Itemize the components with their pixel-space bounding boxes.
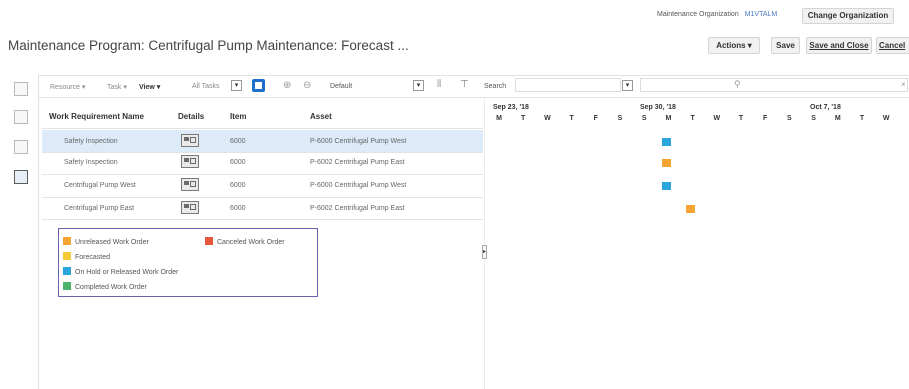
gantt-day-13: S	[811, 115, 816, 122]
table-header-divider	[42, 128, 483, 129]
col-header-details[interactable]: Details	[178, 112, 204, 121]
row-4-item: 6000	[230, 205, 246, 212]
gantt-day-12: S	[787, 115, 792, 122]
gantt-day-4: F	[593, 115, 598, 122]
row-divider	[42, 197, 483, 198]
view-preset-select[interactable]: Default	[330, 83, 352, 90]
search-input[interactable]	[640, 78, 908, 92]
row-4-asset: P-6002 Centrifugal Pump East	[310, 205, 405, 212]
toolbar-bottom-divider	[38, 97, 909, 98]
row-1-item: 6000	[230, 138, 246, 145]
legend-swatch	[63, 252, 71, 260]
gantt-day-11: F	[763, 115, 768, 122]
columns-icon[interactable]: ⫴	[437, 79, 441, 90]
clear-search-icon[interactable]: ×	[901, 80, 906, 89]
gantt-day-5: S	[617, 115, 623, 122]
gantt-legend: Unreleased Work Order Canceled Work Orde…	[58, 228, 318, 297]
gantt-bar-unreleased[interactable]	[686, 205, 695, 213]
legend-completed: Completed Work Order	[63, 282, 147, 291]
maintenance-org-label: Maintenance Organization M1VTALM	[657, 11, 777, 18]
gantt-day-8: T	[690, 115, 695, 122]
search-field-select[interactable]	[515, 78, 621, 92]
row-3-item: 6000	[230, 182, 246, 189]
org-label-text: Maintenance Organization	[657, 11, 739, 18]
preset-dropdown-icon[interactable]: ▾	[413, 80, 424, 91]
gantt-day-15: T	[859, 115, 865, 122]
save-button[interactable]: Save	[771, 37, 800, 54]
gantt-day-16: W	[882, 115, 890, 122]
legend-swatch	[63, 237, 71, 245]
row-3-asset: P-6000 Centrifugal Pump West	[310, 182, 407, 189]
row-divider	[42, 174, 483, 175]
task-menu[interactable]: Task ▾	[107, 83, 127, 91]
row-3-details-icon[interactable]	[181, 178, 199, 191]
week-label-3: Oct 7, '18	[810, 104, 841, 111]
gantt-day-2: W	[544, 115, 551, 122]
gantt-day-0: M	[496, 115, 502, 122]
row-3-name[interactable]: Centrifugal Pump West	[64, 182, 136, 189]
legend-canceled: Canceled Work Order	[205, 237, 285, 246]
legend-swatch	[205, 237, 213, 245]
legend-swatch	[63, 267, 71, 275]
resource-menu[interactable]: Resource ▾	[50, 83, 85, 91]
col-header-item[interactable]: Item	[230, 112, 246, 121]
legend-forecasted: Forecasted	[63, 252, 110, 261]
gantt-view-icon[interactable]	[14, 170, 28, 184]
gantt-day-6: S	[641, 115, 647, 122]
search-dropdown-icon[interactable]: ▾	[622, 80, 633, 91]
list-toggle-icon[interactable]	[252, 79, 265, 92]
grid-view-icon[interactable]	[14, 140, 28, 154]
zoom-in-icon[interactable]: ⊕	[283, 80, 291, 91]
gantt-bar-onhold[interactable]	[662, 182, 671, 190]
actions-menu-button[interactable]: Actions ▾	[708, 37, 760, 54]
row-1-name[interactable]: Safety Inspection	[64, 138, 118, 145]
legend-onhold: On Hold or Released Work Order	[63, 267, 178, 276]
gantt-day-9: W	[713, 115, 721, 122]
search-label: Search	[484, 83, 507, 90]
filter-icon[interactable]: ⊤	[460, 79, 469, 90]
row-2-name[interactable]: Safety Inspection	[64, 159, 118, 166]
org-code-link[interactable]: M1VTALM	[745, 11, 778, 18]
legend-swatch	[63, 282, 71, 290]
all-tasks-select[interactable]: All Tasks	[192, 83, 220, 90]
all-tasks-dropdown-icon[interactable]: ▾	[231, 80, 242, 91]
change-organization-button[interactable]: Change Organization	[802, 8, 894, 24]
row-1-details-icon[interactable]	[181, 134, 199, 147]
zoom-out-icon[interactable]: ⊖	[303, 80, 311, 91]
gantt-bar-unreleased[interactable]	[662, 159, 671, 167]
gantt-day-7: M	[665, 115, 672, 122]
legend-unreleased: Unreleased Work Order	[63, 237, 149, 246]
row-2-asset: P-6002 Centrifugal Pump East	[310, 159, 405, 166]
toolbar-top-divider	[38, 75, 909, 76]
gantt-day-1: T	[521, 115, 526, 122]
row-4-name[interactable]: Centrifugal Pump East	[64, 205, 134, 212]
row-divider	[42, 219, 483, 220]
week-label-2: Sep 30, '18	[640, 104, 676, 111]
row-2-item: 6000	[230, 159, 246, 166]
row-2-details-icon[interactable]	[181, 155, 199, 168]
row-4-details-icon[interactable]	[181, 201, 199, 214]
col-header-asset[interactable]: Asset	[310, 112, 332, 121]
view-menu[interactable]: View ▾	[139, 83, 160, 91]
search-icon[interactable]: ⚲	[734, 79, 741, 90]
week-label-1: Sep 23, '18	[493, 104, 529, 111]
col-header-work-requirement[interactable]: Work Requirement Name	[49, 112, 144, 121]
gantt-day-3: T	[569, 115, 574, 122]
pane-splitter[interactable]	[484, 98, 485, 389]
gantt-day-10: T	[738, 115, 744, 122]
row-divider	[42, 152, 483, 153]
splitter-collapse-handle[interactable]: ▸	[482, 245, 487, 259]
gantt-bar-onhold[interactable]	[662, 138, 671, 146]
document-view-icon[interactable]	[14, 110, 28, 124]
cancel-button[interactable]: Cancel	[876, 37, 909, 54]
row-1-asset: P-6000 Centrifugal Pump West	[310, 138, 407, 145]
save-and-close-button[interactable]: Save and Close	[806, 37, 872, 54]
list-view-icon[interactable]	[14, 82, 28, 96]
gantt-day-14: M	[834, 115, 841, 122]
page-title: Maintenance Program: Centrifugal Pump Ma…	[8, 38, 409, 53]
